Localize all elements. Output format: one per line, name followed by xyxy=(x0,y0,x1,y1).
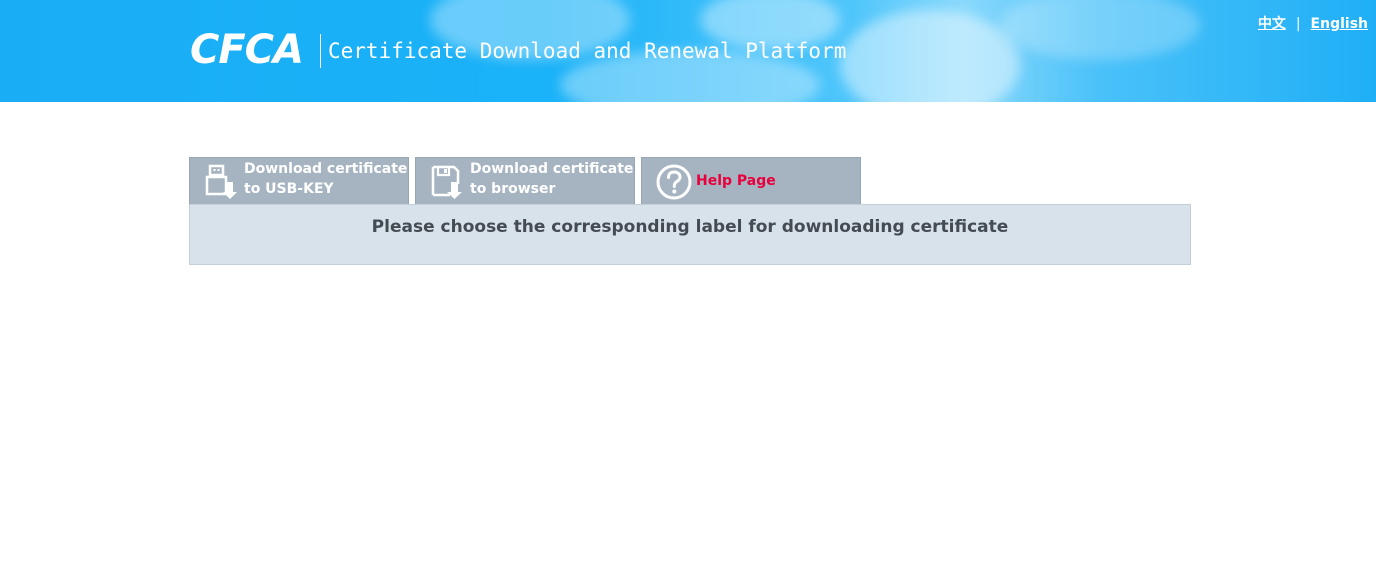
site-title: Certificate Download and Renewal Platfor… xyxy=(328,39,847,63)
tab-label-line2: to USB-KEY xyxy=(244,181,334,197)
tab-label-line2: to browser xyxy=(470,181,556,197)
cloud-decoration xyxy=(840,10,1020,102)
tab-download-usb-key[interactable]: Download certificate to USB-KEY xyxy=(189,157,409,204)
tab-label-line1: Download certificate xyxy=(244,161,408,177)
question-circle-icon xyxy=(656,164,692,200)
help-page-label: Help Page xyxy=(696,173,776,189)
instruction-message: Please choose the corresponding label fo… xyxy=(371,217,1009,237)
language-switcher: 中文 | English xyxy=(1258,13,1368,33)
lang-english-link[interactable]: English xyxy=(1311,16,1368,32)
logo-text: CFCA xyxy=(190,27,304,73)
lang-chinese-link[interactable]: 中文 xyxy=(1258,16,1286,32)
tab-download-browser[interactable]: Download certificate to browser xyxy=(415,157,635,204)
tab-help-page[interactable]: Help Page xyxy=(641,157,861,204)
usb-download-icon xyxy=(205,164,237,199)
tab-label: Download certificate to browser xyxy=(470,159,633,199)
tab-label-line1: Download certificate xyxy=(470,161,634,177)
lang-separator: | xyxy=(1295,16,1301,32)
instruction-panel: Please choose the corresponding label fo… xyxy=(189,204,1191,265)
logo-divider xyxy=(320,34,321,68)
cfca-logo: CFCA xyxy=(190,27,304,73)
header-banner: CFCA Certificate Download and Renewal Pl… xyxy=(0,0,1376,102)
tab-label: Download certificate to USB-KEY xyxy=(244,159,407,199)
floppy-download-icon xyxy=(431,165,462,199)
cloud-decoration xyxy=(1000,0,1200,60)
